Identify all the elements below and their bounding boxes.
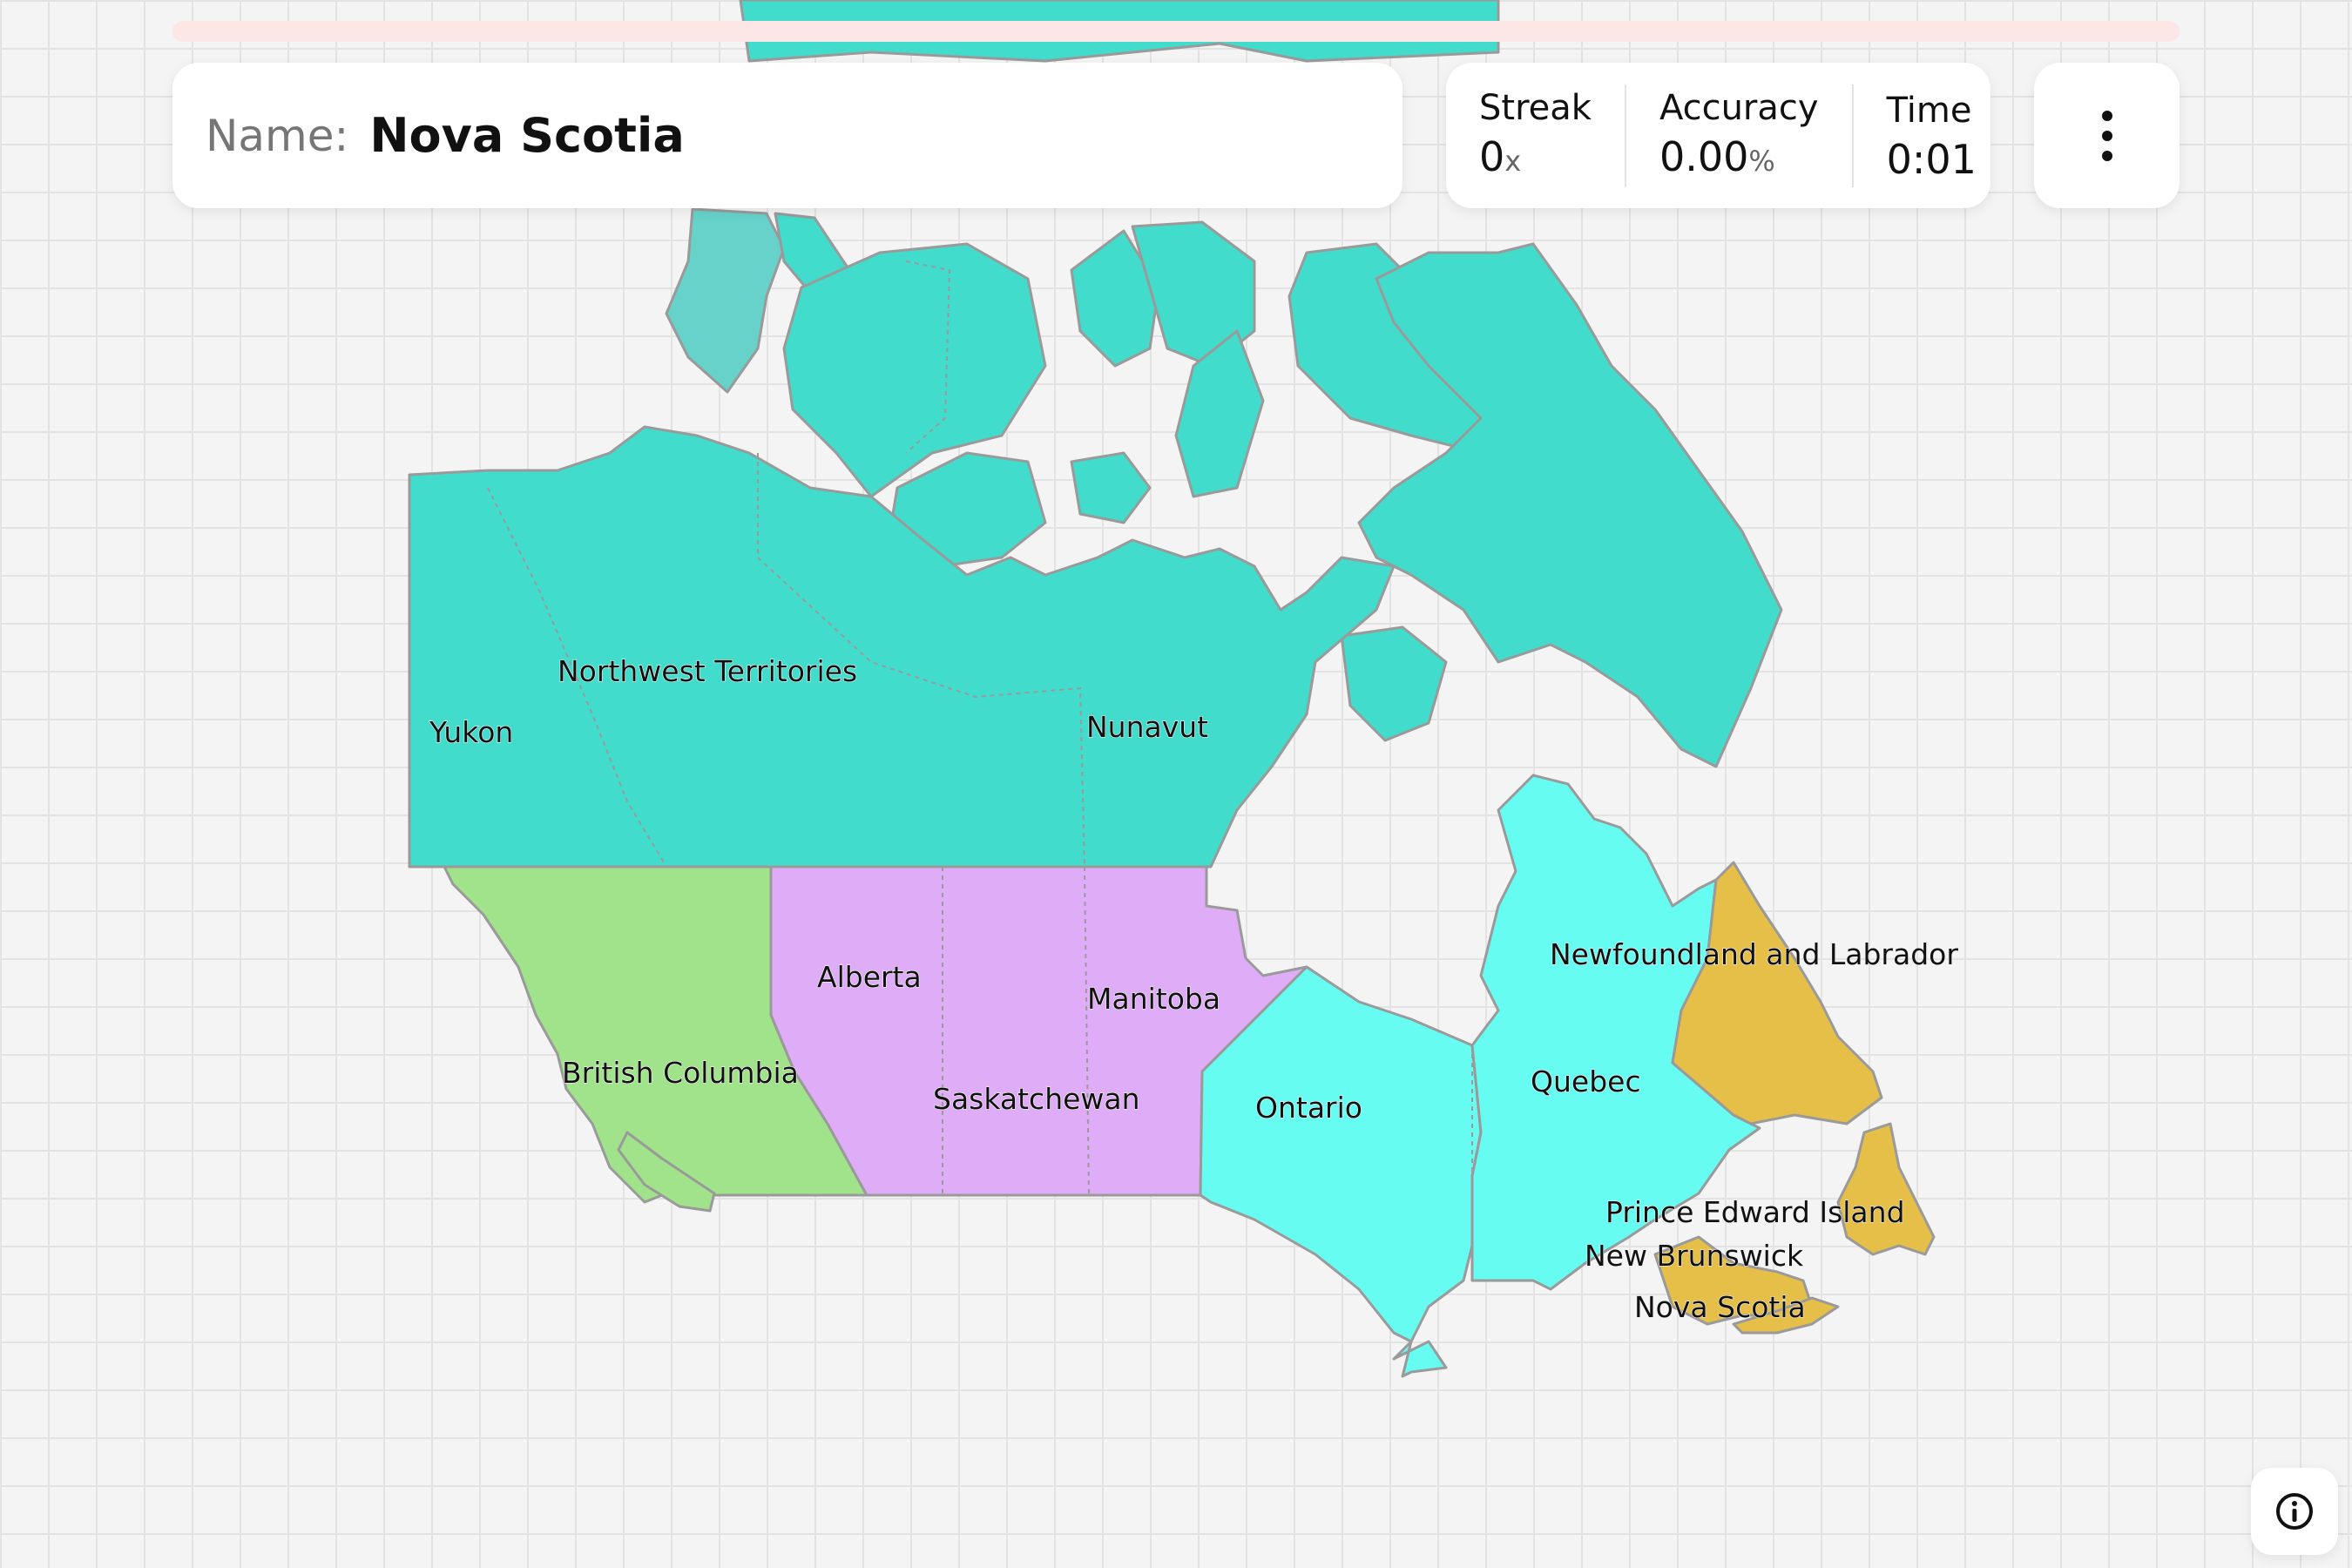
accuracy-stat: Accuracy 0.00%	[1624, 84, 1852, 187]
greenland-shape	[665, 207, 786, 394]
map-label-prince-edward-island[interactable]: Prince Edward Island	[1605, 1194, 1905, 1229]
streak-label: Streak	[1479, 88, 1592, 128]
map-label-yukon[interactable]: Yukon	[428, 714, 514, 749]
accuracy-label: Accuracy	[1659, 88, 1819, 128]
info-button[interactable]	[2251, 1468, 2338, 1555]
arctic-island-shape	[1070, 451, 1152, 524]
prompt-card: Name: Nova Scotia	[172, 63, 1402, 208]
map-label-nunavut[interactable]: Nunavut	[1085, 709, 1208, 744]
map-label-quebec[interactable]: Quebec	[1530, 1064, 1641, 1098]
canada-map: Yukon Northwest Territories Nunavut Brit…	[408, 0, 1959, 1378]
map-label-ontario[interactable]: Ontario	[1254, 1090, 1362, 1125]
more-vertical-icon	[2101, 110, 2112, 161]
map-label-saskatchewan[interactable]: Saskatchewan	[932, 1081, 1140, 1116]
streak-number: 0	[1479, 133, 1505, 180]
time-label: Time	[1886, 90, 1972, 131]
time-value: 0:01	[1886, 135, 1977, 183]
accuracy-value: 0.00%	[1659, 132, 1819, 186]
target-region-name: Nova Scotia	[369, 108, 685, 163]
progress-bar	[172, 21, 2180, 42]
map-label-northwest-territories[interactable]: Northwest Territories	[557, 653, 857, 688]
stats-card: Streak 0x Accuracy 0.00% Time 0:01	[1446, 63, 1990, 208]
map-label-manitoba[interactable]: Manitoba	[1086, 981, 1220, 1016]
name-label: Name:	[206, 110, 349, 161]
map-label-british-columbia[interactable]: British Columbia	[561, 1055, 799, 1090]
accuracy-number: 0.00	[1659, 133, 1749, 180]
southampton-island-shape	[1340, 625, 1448, 742]
newfoundland-island-shape	[1836, 1122, 1936, 1256]
map-label-alberta[interactable]: Alberta	[816, 959, 922, 994]
map-label-newfoundland-and-labrador[interactable]: Newfoundland and Labrador	[1549, 936, 1959, 971]
streak-stat: Streak 0x	[1446, 84, 1625, 187]
time-stat: Time 0:01	[1851, 84, 2010, 187]
streak-value: 0x	[1479, 132, 1592, 186]
map-label-nova-scotia[interactable]: Nova Scotia	[1633, 1289, 1806, 1324]
map-label-new-brunswick[interactable]: New Brunswick	[1584, 1238, 1804, 1273]
info-icon	[2276, 1493, 2313, 1530]
streak-unit: x	[1504, 145, 1522, 178]
menu-button[interactable]	[2034, 63, 2180, 208]
accuracy-unit: %	[1748, 145, 1775, 178]
